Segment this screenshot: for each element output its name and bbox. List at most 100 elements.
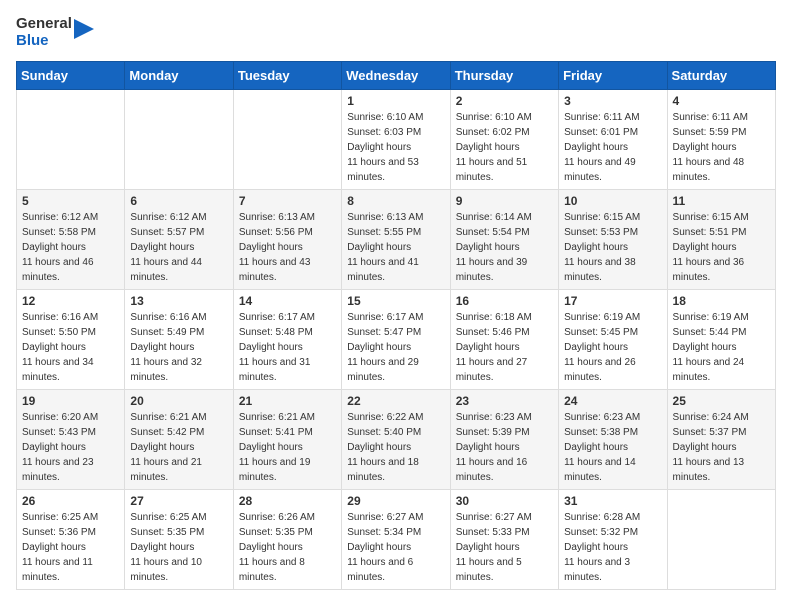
calendar-day-cell: 25 Sunrise: 6:24 AM Sunset: 5:37 PM Dayl… (667, 390, 775, 490)
day-number: 24 (564, 394, 661, 408)
logo-triangle-icon (74, 19, 94, 47)
day-info: Sunrise: 6:26 AM Sunset: 5:35 PM Dayligh… (239, 510, 336, 585)
day-info: Sunrise: 6:23 AM Sunset: 5:39 PM Dayligh… (456, 410, 553, 485)
page-header: General Blue (16, 16, 776, 49)
day-info: Sunrise: 6:10 AM Sunset: 6:03 PM Dayligh… (347, 110, 444, 185)
calendar-day-cell: 4 Sunrise: 6:11 AM Sunset: 5:59 PM Dayli… (667, 90, 775, 190)
day-number: 13 (130, 294, 227, 308)
day-info: Sunrise: 6:21 AM Sunset: 5:41 PM Dayligh… (239, 410, 336, 485)
day-info: Sunrise: 6:21 AM Sunset: 5:42 PM Dayligh… (130, 410, 227, 485)
calendar-day-cell: 30 Sunrise: 6:27 AM Sunset: 5:33 PM Dayl… (450, 490, 558, 590)
day-info: Sunrise: 6:20 AM Sunset: 5:43 PM Dayligh… (22, 410, 119, 485)
day-info: Sunrise: 6:18 AM Sunset: 5:46 PM Dayligh… (456, 310, 553, 385)
weekday-header: Tuesday (233, 62, 341, 90)
day-number: 20 (130, 394, 227, 408)
day-number: 2 (456, 94, 553, 108)
calendar-day-cell: 9 Sunrise: 6:14 AM Sunset: 5:54 PM Dayli… (450, 190, 558, 290)
calendar-day-cell: 22 Sunrise: 6:22 AM Sunset: 5:40 PM Dayl… (342, 390, 450, 490)
day-info: Sunrise: 6:17 AM Sunset: 5:48 PM Dayligh… (239, 310, 336, 385)
calendar-day-cell: 20 Sunrise: 6:21 AM Sunset: 5:42 PM Dayl… (125, 390, 233, 490)
day-info: Sunrise: 6:16 AM Sunset: 5:49 PM Dayligh… (130, 310, 227, 385)
calendar-day-cell: 15 Sunrise: 6:17 AM Sunset: 5:47 PM Dayl… (342, 290, 450, 390)
calendar-day-cell: 16 Sunrise: 6:18 AM Sunset: 5:46 PM Dayl… (450, 290, 558, 390)
calendar-day-cell (125, 90, 233, 190)
calendar-week-row: 19 Sunrise: 6:20 AM Sunset: 5:43 PM Dayl… (17, 390, 776, 490)
calendar-day-cell: 2 Sunrise: 6:10 AM Sunset: 6:02 PM Dayli… (450, 90, 558, 190)
day-number: 26 (22, 494, 119, 508)
day-number: 19 (22, 394, 119, 408)
calendar-day-cell: 21 Sunrise: 6:21 AM Sunset: 5:41 PM Dayl… (233, 390, 341, 490)
day-info: Sunrise: 6:19 AM Sunset: 5:45 PM Dayligh… (564, 310, 661, 385)
calendar-header-row: SundayMondayTuesdayWednesdayThursdayFrid… (17, 62, 776, 90)
calendar-day-cell: 26 Sunrise: 6:25 AM Sunset: 5:36 PM Dayl… (17, 490, 125, 590)
calendar-day-cell: 17 Sunrise: 6:19 AM Sunset: 5:45 PM Dayl… (559, 290, 667, 390)
calendar-day-cell: 24 Sunrise: 6:23 AM Sunset: 5:38 PM Dayl… (559, 390, 667, 490)
day-info: Sunrise: 6:23 AM Sunset: 5:38 PM Dayligh… (564, 410, 661, 485)
calendar-day-cell: 27 Sunrise: 6:25 AM Sunset: 5:35 PM Dayl… (125, 490, 233, 590)
day-info: Sunrise: 6:11 AM Sunset: 5:59 PM Dayligh… (673, 110, 770, 185)
calendar-day-cell (17, 90, 125, 190)
calendar-day-cell: 10 Sunrise: 6:15 AM Sunset: 5:53 PM Dayl… (559, 190, 667, 290)
calendar-day-cell: 11 Sunrise: 6:15 AM Sunset: 5:51 PM Dayl… (667, 190, 775, 290)
calendar-day-cell: 12 Sunrise: 6:16 AM Sunset: 5:50 PM Dayl… (17, 290, 125, 390)
day-number: 25 (673, 394, 770, 408)
day-number: 3 (564, 94, 661, 108)
day-info: Sunrise: 6:22 AM Sunset: 5:40 PM Dayligh… (347, 410, 444, 485)
calendar-day-cell: 6 Sunrise: 6:12 AM Sunset: 5:57 PM Dayli… (125, 190, 233, 290)
day-info: Sunrise: 6:17 AM Sunset: 5:47 PM Dayligh… (347, 310, 444, 385)
day-info: Sunrise: 6:10 AM Sunset: 6:02 PM Dayligh… (456, 110, 553, 185)
day-info: Sunrise: 6:19 AM Sunset: 5:44 PM Dayligh… (673, 310, 770, 385)
calendar-day-cell: 14 Sunrise: 6:17 AM Sunset: 5:48 PM Dayl… (233, 290, 341, 390)
weekday-header: Saturday (667, 62, 775, 90)
day-info: Sunrise: 6:15 AM Sunset: 5:53 PM Dayligh… (564, 210, 661, 285)
day-info: Sunrise: 6:28 AM Sunset: 5:32 PM Dayligh… (564, 510, 661, 585)
day-number: 22 (347, 394, 444, 408)
day-info: Sunrise: 6:24 AM Sunset: 5:37 PM Dayligh… (673, 410, 770, 485)
calendar-day-cell (667, 490, 775, 590)
day-info: Sunrise: 6:13 AM Sunset: 5:56 PM Dayligh… (239, 210, 336, 285)
calendar-day-cell: 13 Sunrise: 6:16 AM Sunset: 5:49 PM Dayl… (125, 290, 233, 390)
day-number: 11 (673, 194, 770, 208)
logo: General Blue (16, 16, 94, 49)
weekday-header: Sunday (17, 62, 125, 90)
weekday-header: Wednesday (342, 62, 450, 90)
day-info: Sunrise: 6:11 AM Sunset: 6:01 PM Dayligh… (564, 110, 661, 185)
weekday-header: Thursday (450, 62, 558, 90)
calendar-day-cell (233, 90, 341, 190)
calendar-day-cell: 8 Sunrise: 6:13 AM Sunset: 5:55 PM Dayli… (342, 190, 450, 290)
calendar-day-cell: 3 Sunrise: 6:11 AM Sunset: 6:01 PM Dayli… (559, 90, 667, 190)
day-info: Sunrise: 6:25 AM Sunset: 5:35 PM Dayligh… (130, 510, 227, 585)
day-number: 16 (456, 294, 553, 308)
day-number: 14 (239, 294, 336, 308)
day-number: 5 (22, 194, 119, 208)
weekday-header: Friday (559, 62, 667, 90)
day-number: 9 (456, 194, 553, 208)
day-number: 17 (564, 294, 661, 308)
day-info: Sunrise: 6:13 AM Sunset: 5:55 PM Dayligh… (347, 210, 444, 285)
calendar-week-row: 1 Sunrise: 6:10 AM Sunset: 6:03 PM Dayli… (17, 90, 776, 190)
day-number: 7 (239, 194, 336, 208)
day-number: 8 (347, 194, 444, 208)
day-number: 31 (564, 494, 661, 508)
day-number: 6 (130, 194, 227, 208)
day-number: 10 (564, 194, 661, 208)
day-number: 1 (347, 94, 444, 108)
day-number: 12 (22, 294, 119, 308)
day-info: Sunrise: 6:27 AM Sunset: 5:33 PM Dayligh… (456, 510, 553, 585)
calendar-day-cell: 29 Sunrise: 6:27 AM Sunset: 5:34 PM Dayl… (342, 490, 450, 590)
day-info: Sunrise: 6:15 AM Sunset: 5:51 PM Dayligh… (673, 210, 770, 285)
calendar-day-cell: 7 Sunrise: 6:13 AM Sunset: 5:56 PM Dayli… (233, 190, 341, 290)
weekday-header: Monday (125, 62, 233, 90)
calendar-week-row: 12 Sunrise: 6:16 AM Sunset: 5:50 PM Dayl… (17, 290, 776, 390)
day-info: Sunrise: 6:16 AM Sunset: 5:50 PM Dayligh… (22, 310, 119, 385)
day-info: Sunrise: 6:14 AM Sunset: 5:54 PM Dayligh… (456, 210, 553, 285)
logo-wordmark: General Blue (16, 16, 94, 49)
day-info: Sunrise: 6:25 AM Sunset: 5:36 PM Dayligh… (22, 510, 119, 585)
day-number: 30 (456, 494, 553, 508)
calendar-table: SundayMondayTuesdayWednesdayThursdayFrid… (16, 61, 776, 590)
calendar-week-row: 5 Sunrise: 6:12 AM Sunset: 5:58 PM Dayli… (17, 190, 776, 290)
calendar-day-cell: 28 Sunrise: 6:26 AM Sunset: 5:35 PM Dayl… (233, 490, 341, 590)
calendar-day-cell: 1 Sunrise: 6:10 AM Sunset: 6:03 PM Dayli… (342, 90, 450, 190)
calendar-day-cell: 5 Sunrise: 6:12 AM Sunset: 5:58 PM Dayli… (17, 190, 125, 290)
day-number: 29 (347, 494, 444, 508)
